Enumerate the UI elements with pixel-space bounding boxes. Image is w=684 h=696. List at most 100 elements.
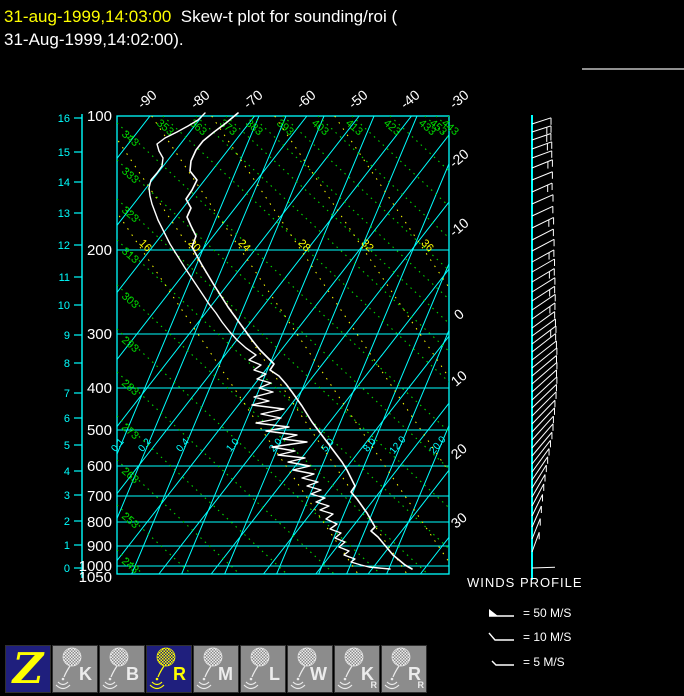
- toolbar-button-label: K: [79, 664, 92, 684]
- toolbar-button-b[interactable]: B: [99, 645, 145, 693]
- wind-barbs: [531, 117, 558, 569]
- svg-text:-90: -90: [134, 86, 160, 111]
- svg-text:253: 253: [119, 510, 141, 531]
- toolbar-button-label: W: [310, 664, 327, 684]
- toolbar-button-label: R: [173, 664, 186, 684]
- svg-text:423: 423: [381, 117, 403, 138]
- svg-text:700: 700: [87, 488, 112, 505]
- svg-text:8.0: 8.0: [361, 436, 379, 454]
- svg-text:20.0: 20.0: [428, 434, 449, 456]
- svg-text:1050: 1050: [79, 569, 112, 586]
- svg-text:303: 303: [119, 290, 141, 311]
- svg-text:403: 403: [309, 117, 331, 138]
- svg-text:32: 32: [359, 237, 376, 254]
- wind-legend-5ms: = 5 M/S: [486, 654, 565, 669]
- svg-text:300: 300: [87, 326, 112, 343]
- toolbar-button-m[interactable]: M: [193, 645, 239, 693]
- svg-text:273: 273: [119, 421, 141, 442]
- svg-text:24: 24: [236, 237, 253, 254]
- wind-legend-50ms: = 50 M/S: [486, 605, 571, 620]
- svg-text:15: 15: [58, 147, 70, 159]
- svg-text:5: 5: [64, 440, 70, 452]
- svg-text:3: 3: [64, 490, 70, 502]
- toolbar-button-k[interactable]: K: [52, 645, 98, 693]
- z-logo-icon: Z: [12, 644, 44, 693]
- svg-text:-50: -50: [345, 86, 371, 111]
- svg-text:6: 6: [64, 413, 70, 425]
- height-axis-km: 161514131211109876543210: [58, 113, 83, 578]
- svg-text:28: 28: [296, 237, 313, 254]
- toolbar-button-w[interactable]: W: [287, 645, 333, 693]
- svg-text:12: 12: [58, 240, 70, 252]
- half-barb-icon: [491, 660, 514, 666]
- svg-text:900: 900: [87, 538, 112, 555]
- svg-text:-60: -60: [293, 86, 319, 111]
- wind-legend-50ms-label: = 50 M/S: [523, 605, 572, 620]
- svg-text:800: 800: [87, 514, 112, 531]
- moist-adiabat-labels: 16 20 24 28 32 36: [137, 237, 436, 254]
- svg-text:0.2: 0.2: [136, 436, 154, 454]
- svg-text:10: 10: [448, 367, 470, 389]
- svg-text:0: 0: [451, 305, 467, 322]
- temperature-trace: [185, 112, 413, 570]
- svg-text:-20: -20: [446, 145, 472, 170]
- toolbar-button-label: M: [218, 664, 233, 684]
- svg-text:0.1: 0.1: [109, 436, 127, 454]
- svg-text:11: 11: [59, 272, 70, 284]
- svg-text:333: 333: [119, 165, 141, 186]
- svg-text:-40: -40: [397, 86, 423, 111]
- svg-text:1: 1: [64, 540, 70, 552]
- toolbar-button-z[interactable]: Z: [5, 644, 51, 693]
- svg-text:4: 4: [64, 466, 70, 478]
- svg-text:283: 283: [119, 377, 141, 398]
- svg-text:36: 36: [419, 237, 436, 254]
- skewt-chart: 1615141312111098765432101002003004005006…: [58, 86, 558, 586]
- svg-text:-80: -80: [187, 86, 213, 111]
- svg-text:-10: -10: [446, 214, 472, 239]
- toolbar-button-r[interactable]: R: [146, 645, 192, 693]
- svg-text:-30: -30: [446, 86, 472, 111]
- toolbar-button-l[interactable]: L: [240, 645, 286, 693]
- svg-text:400: 400: [87, 380, 112, 397]
- svg-text:383: 383: [243, 117, 265, 138]
- svg-text:10: 10: [58, 300, 70, 312]
- wind-legend-10ms-label: = 10 M/S: [523, 629, 572, 644]
- svg-text:600: 600: [87, 458, 112, 475]
- toolbar-button-kr[interactable]: KR: [334, 645, 380, 693]
- svg-text:413: 413: [343, 117, 365, 138]
- svg-text:16: 16: [137, 237, 154, 254]
- toolbar-button-label: L: [269, 664, 280, 684]
- svg-text:9: 9: [64, 330, 70, 342]
- winds-profile-title: WINDS PROFILE: [467, 575, 583, 590]
- full-barb-icon: [488, 632, 514, 641]
- svg-text:2: 2: [64, 516, 70, 528]
- toolbar-button-label: B: [126, 664, 139, 684]
- svg-text:1.0: 1.0: [224, 436, 242, 454]
- svg-text:20: 20: [448, 440, 470, 462]
- isotherm-lines: [117, 116, 449, 574]
- svg-text:7: 7: [64, 388, 70, 400]
- svg-text:100: 100: [87, 108, 112, 125]
- svg-text:313: 313: [119, 245, 141, 266]
- svg-text:0: 0: [64, 563, 70, 575]
- wind-legend-10ms: = 10 M/S: [486, 629, 571, 644]
- svg-text:500: 500: [87, 422, 112, 439]
- wind-legend-5ms-label: = 5 M/S: [523, 654, 565, 669]
- svg-text:16: 16: [58, 113, 70, 125]
- svg-text:323: 323: [119, 204, 141, 225]
- svg-text:8: 8: [64, 358, 70, 370]
- toolbar-button-rr[interactable]: RR: [381, 645, 427, 693]
- toolbar: ZKBRMLWKRRR: [5, 644, 427, 693]
- toolbar-button-sublabel: R: [417, 680, 425, 690]
- svg-text:14: 14: [58, 177, 70, 189]
- svg-text:-70: -70: [240, 86, 266, 111]
- svg-text:243: 243: [119, 555, 141, 576]
- svg-text:200: 200: [87, 242, 112, 259]
- svg-text:13: 13: [58, 208, 70, 220]
- skewt-app-window: 31-aug-1999,14:03:00 Skew-t plot for sou…: [0, 0, 684, 696]
- toolbar-button-sublabel: R: [370, 680, 378, 690]
- svg-text:0.4: 0.4: [174, 436, 192, 454]
- svg-text:30: 30: [448, 509, 470, 531]
- flag-barb-icon: [489, 608, 514, 617]
- dry-adiabat-lines: [117, 116, 449, 574]
